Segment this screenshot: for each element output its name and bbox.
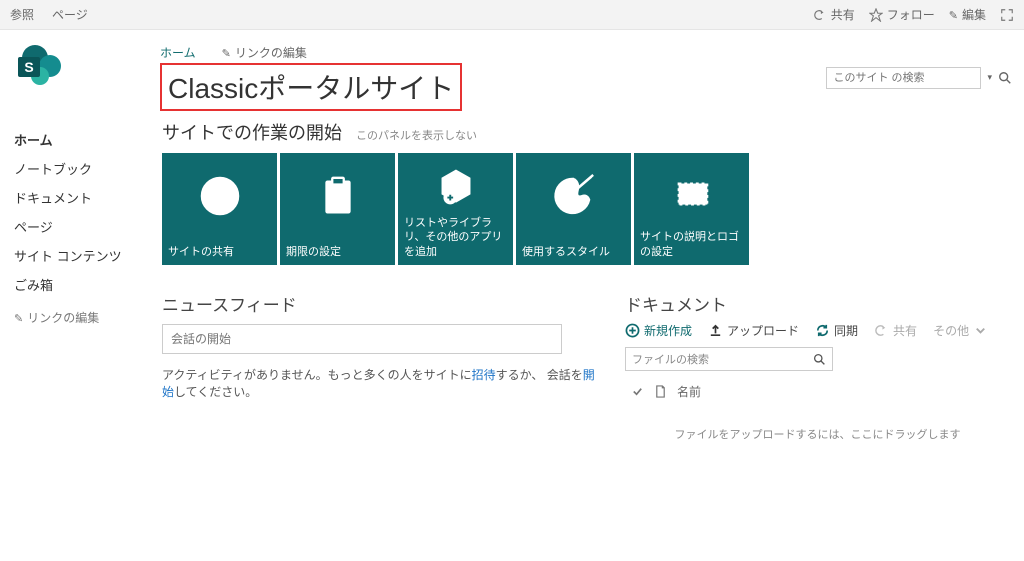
nav-documents[interactable]: ドキュメント (14, 183, 152, 212)
ribbon-share[interactable]: 共有 (813, 6, 855, 23)
upload-icon (708, 323, 723, 338)
hexagon-add-icon (404, 159, 507, 216)
file-icon (654, 385, 667, 398)
get-started-title: サイトでの作業の開始 (162, 119, 342, 145)
breadcrumb-edit-links[interactable]: リンクの編集 (222, 44, 307, 61)
ribbon-browse[interactable]: 参照 (10, 6, 34, 23)
ribbon-focus[interactable] (1000, 8, 1014, 22)
site-title: Classicポータルサイト (160, 63, 462, 111)
tile-deadline[interactable]: 期限の設定 (280, 153, 395, 265)
check-icon[interactable] (631, 385, 644, 398)
tile-share-site[interactable]: サイトの共有 (162, 153, 277, 265)
doc-share-button[interactable]: 共有 (874, 322, 917, 339)
ribbon-page[interactable]: ページ (52, 6, 88, 23)
sync-icon (815, 323, 830, 338)
documents-toolbar: 新規作成 アップロード 同期 共有 その他 (625, 322, 1010, 339)
doc-upload-button[interactable]: アップロード (708, 322, 799, 339)
nav-notebook[interactable]: ノートブック (14, 154, 152, 183)
share-icon (813, 8, 827, 22)
star-icon (869, 8, 883, 22)
newsfeed-title: ニュースフィード (162, 291, 595, 316)
nav-edit-links[interactable]: リンクの編集 (14, 309, 152, 326)
pencil-icon (222, 46, 231, 60)
pencil-icon (949, 8, 958, 22)
doc-table-header: 名前 (625, 379, 1010, 404)
breadcrumb-home[interactable]: ホーム (160, 44, 196, 61)
doc-new-button[interactable]: 新規作成 (625, 322, 692, 339)
search-icon[interactable] (998, 71, 1012, 85)
share-icon (874, 323, 889, 338)
doc-dropzone[interactable]: ファイルをアップロードするには、ここにドラッグします (625, 404, 1010, 464)
chevron-down-icon (973, 323, 988, 338)
doc-more-button[interactable]: その他 (933, 322, 988, 339)
newsfeed-input[interactable] (162, 324, 562, 354)
tile-style[interactable]: 使用するスタイル (516, 153, 631, 265)
newsfeed-empty-message: アクティビティがありません。もっと多くの人をサイトに招待するか、 会話を開始して… (162, 366, 595, 400)
nav-pages[interactable]: ページ (14, 212, 152, 241)
tile-description-logo[interactable]: サイトの説明とロゴの設定 (634, 153, 749, 265)
clipboard-check-icon (286, 159, 389, 233)
plus-circle-icon (625, 323, 640, 338)
site-search-input[interactable] (826, 67, 981, 89)
ribbon-edit[interactable]: 編集 (949, 6, 986, 23)
focus-icon (1000, 8, 1014, 22)
doc-search-input[interactable]: ファイルの検索 (625, 347, 833, 371)
newsfeed-invite-link[interactable]: 招待 (472, 368, 496, 382)
search-dropdown[interactable]: ▾ (987, 72, 992, 83)
tile-add-apps[interactable]: リストやライブラリ、その他のアプリを追加 (398, 153, 513, 265)
ribbon-follow[interactable]: フォロー (869, 6, 935, 23)
left-nav: ホーム ノートブック ドキュメント ページ サイト コンテンツ ごみ箱 リンクの… (0, 119, 152, 464)
nav-home[interactable]: ホーム (14, 125, 152, 154)
ribbon-bar: 参照 ページ 共有 フォロー 編集 (0, 0, 1024, 30)
pencil-icon (14, 311, 23, 325)
share-site-icon (168, 159, 271, 233)
site-logo[interactable]: S (12, 44, 152, 111)
col-name[interactable]: 名前 (677, 383, 701, 400)
get-started-tiles: サイトの共有 期限の設定 リストやライブラリ、その他のアプリを追加 使用するスタ… (162, 153, 1010, 265)
header: S ホーム リンクの編集 Classicポータルサイト ▾ (0, 30, 1024, 119)
documents-title: ドキュメント (625, 291, 1010, 316)
palette-icon (522, 159, 625, 233)
doc-sync-button[interactable]: 同期 (815, 322, 858, 339)
nav-site-contents[interactable]: サイト コンテンツ (14, 241, 152, 270)
get-started-hide[interactable]: このパネルを表示しない (356, 127, 477, 143)
search-icon (813, 353, 826, 366)
sharepoint-logo-icon: S (12, 44, 70, 86)
svg-text:S: S (24, 59, 33, 75)
image-frame-icon (640, 159, 743, 230)
nav-recycle[interactable]: ごみ箱 (14, 270, 152, 299)
